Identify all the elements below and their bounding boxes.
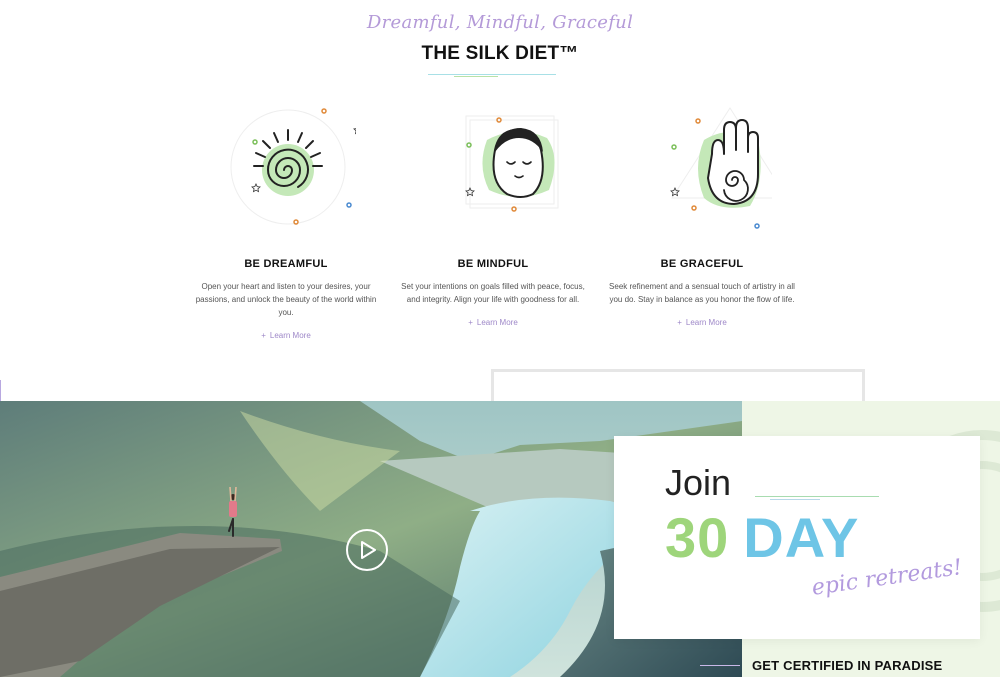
feature-text: Set your intentions on goals filled with… bbox=[401, 282, 585, 304]
promo-number: 30 bbox=[665, 506, 730, 569]
promo-unit: DAY bbox=[743, 506, 860, 569]
spiral-hand-icon bbox=[670, 107, 772, 229]
section-tagline: Dreamful, Mindful, Graceful bbox=[366, 12, 634, 33]
feature-title: BE GRACEFUL bbox=[660, 258, 744, 270]
promo-join-text: Join bbox=[665, 462, 732, 503]
plus-icon: + bbox=[261, 331, 266, 340]
sun-spiral-icon bbox=[230, 108, 356, 225]
plus-icon: + bbox=[468, 318, 473, 327]
play-icon bbox=[361, 541, 376, 559]
cert-divider bbox=[700, 665, 740, 666]
learn-more-link[interactable]: + Learn More bbox=[468, 318, 518, 327]
meditating-face-icon bbox=[465, 115, 559, 212]
feature-title: BE DREAMFUL bbox=[244, 258, 328, 270]
section-title: THE SILK DIET™ bbox=[421, 43, 579, 64]
learn-more-link[interactable]: + Learn More bbox=[261, 331, 311, 340]
learn-more-link[interactable]: + Learn More bbox=[677, 318, 727, 327]
feature-text: Seek refinement and a sensual touch of a… bbox=[609, 282, 795, 304]
cert-heading: GET CERTIFIED IN PARADISE bbox=[752, 658, 943, 673]
feature-graceful: BE GRACEFUL Seek refinement and a sensua… bbox=[602, 100, 802, 330]
plus-icon: + bbox=[677, 318, 682, 327]
feature-dreamful: BE DREAMFUL Open your heart and listen t… bbox=[186, 100, 386, 343]
play-button[interactable] bbox=[346, 529, 388, 571]
promo-headline: 30 DAY bbox=[665, 506, 859, 570]
feature-text: Open your heart and listen to your desir… bbox=[195, 282, 377, 317]
title-divider-accent bbox=[454, 76, 498, 77]
title-divider bbox=[428, 74, 556, 75]
feature-title: BE MINDFUL bbox=[457, 258, 529, 270]
promo-divider bbox=[755, 496, 879, 497]
promo-divider-accent bbox=[770, 499, 820, 500]
section-marker bbox=[0, 380, 1, 402]
feature-mindful: BE MINDFUL Set your intentions on goals … bbox=[393, 100, 593, 330]
